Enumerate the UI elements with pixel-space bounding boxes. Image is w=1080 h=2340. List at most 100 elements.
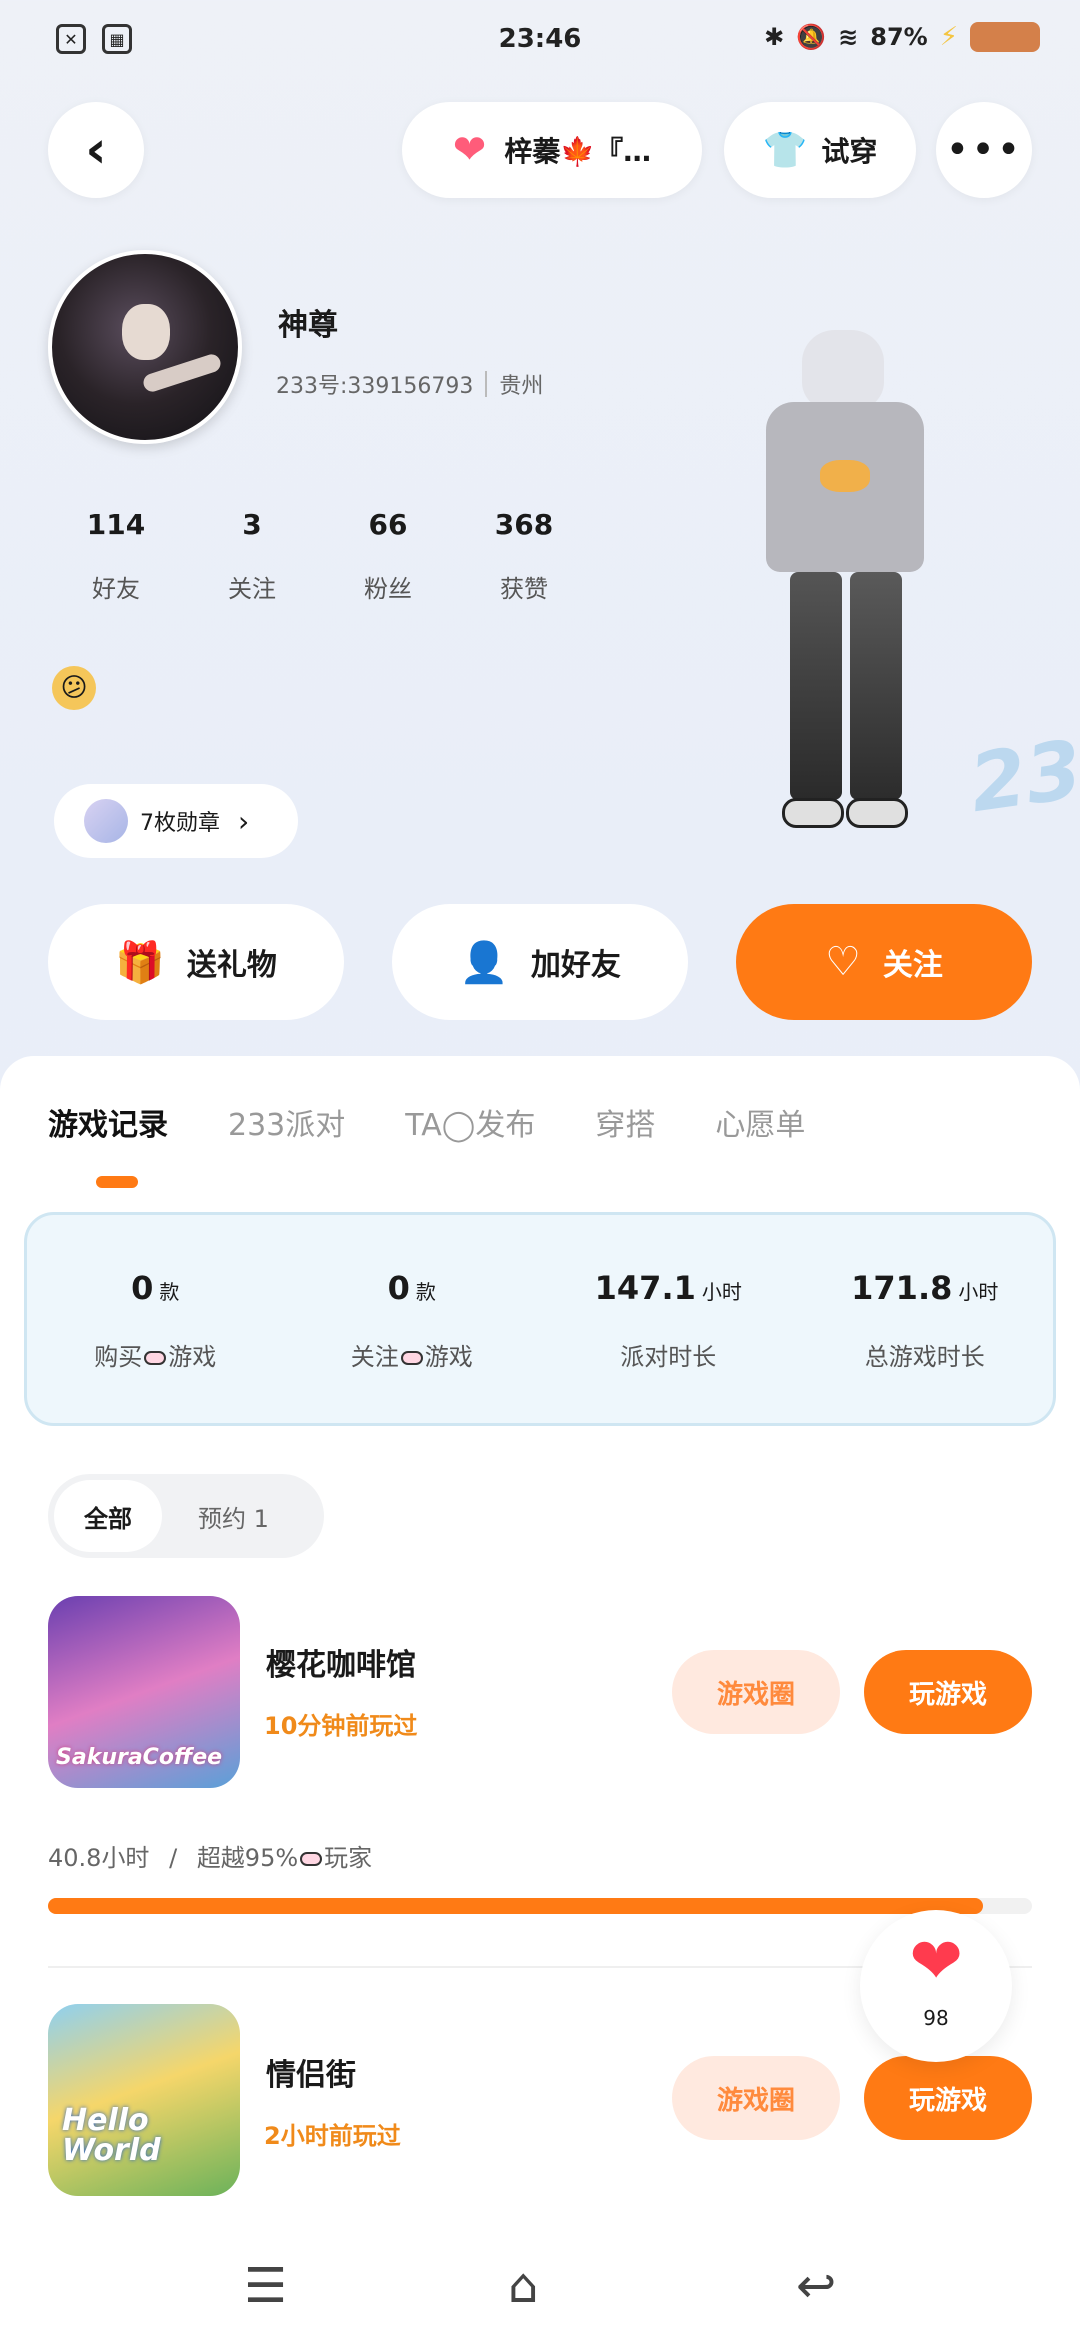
badges-label: 7枚勋章 bbox=[140, 811, 220, 836]
play-game-button[interactable]: 玩游戏 bbox=[864, 1650, 1032, 1734]
summary-unit: 款 bbox=[159, 1280, 180, 1304]
try-on-button[interactable]: 👕 试穿 bbox=[724, 102, 916, 198]
more-icon: ••• bbox=[945, 127, 1023, 173]
floating-like-button[interactable]: ❤ 98 bbox=[860, 1910, 1012, 2062]
home-icon[interactable]: ⌂ bbox=[508, 2258, 538, 2314]
send-gift-button[interactable]: 🎁 送礼物 bbox=[48, 904, 344, 1020]
tab-wishlist[interactable]: 心愿单 bbox=[715, 1100, 805, 1144]
tab-outfits[interactable]: 穿搭 bbox=[595, 1100, 655, 1144]
avatar[interactable] bbox=[48, 250, 242, 444]
battery-icon bbox=[970, 22, 1040, 52]
stat-value: 66 bbox=[368, 508, 408, 541]
character-logo bbox=[820, 460, 870, 492]
menu-icon[interactable]: ☰ bbox=[244, 2258, 287, 2314]
stat-value: 368 bbox=[494, 508, 554, 541]
heart-icon: ❤ bbox=[909, 1925, 963, 1999]
try-on-label: 试穿 bbox=[821, 135, 878, 168]
follow-button[interactable]: ♡ 关注 bbox=[736, 904, 1032, 1020]
battery-percent: 87% bbox=[870, 23, 928, 51]
play-game-button[interactable]: 玩游戏 bbox=[864, 2056, 1032, 2140]
summary-label: 游戏 bbox=[168, 1343, 217, 1371]
tab-bar: 游戏记录 233派对 TA◯发布 穿搭 心愿单 bbox=[48, 1100, 805, 1144]
filter-reserve[interactable]: 预约 1 bbox=[198, 1499, 269, 1534]
mood-emoji: 😕 bbox=[52, 666, 96, 710]
beyond-label: 玩家 bbox=[324, 1844, 373, 1872]
more-button[interactable]: ••• bbox=[936, 102, 1032, 198]
add-friend-label: 加好友 bbox=[530, 948, 621, 983]
play-progress-fill bbox=[48, 1898, 983, 1914]
character-hair bbox=[802, 330, 884, 410]
game-circle-button[interactable]: 游戏圈 bbox=[672, 2056, 840, 2140]
summary-unit: 小时 bbox=[701, 1280, 742, 1304]
stat-label: 获赞 bbox=[500, 575, 548, 603]
summary-party-time: 147.1 小时 派对时长 bbox=[540, 1215, 797, 1423]
summary-unit: 小时 bbox=[958, 1280, 999, 1304]
chevron-left-icon: ‹ bbox=[85, 120, 107, 180]
user-location: 贵州 bbox=[499, 374, 544, 399]
heart-plus-icon: ♡ bbox=[825, 939, 861, 985]
game-icon-couple-street[interactable]: Hello World bbox=[48, 2004, 240, 2196]
summary-card: 0款 购买 游戏 0款 关注 游戏 147.1 小时 派对时长 171.8 小时 总游戏… bbox=[24, 1212, 1056, 1426]
stat-following[interactable]: 3 关注 bbox=[184, 508, 320, 604]
beyond-percent: 超越95% bbox=[196, 1844, 299, 1872]
send-gift-label: 送礼物 bbox=[186, 948, 277, 983]
follow-label: 关注 bbox=[882, 948, 943, 983]
user-id[interactable]: 233号:339156793 bbox=[276, 368, 473, 400]
summary-label: 总游戏时长 bbox=[864, 1343, 985, 1371]
bean-icon bbox=[300, 1852, 323, 1866]
divider bbox=[485, 371, 488, 397]
back-nav-icon[interactable]: ↩ bbox=[796, 2258, 836, 2314]
bean-icon bbox=[400, 1351, 423, 1365]
user-id-line: 233号:339156793 贵州 bbox=[276, 368, 543, 400]
system-indicators: ✱ 🔕 ≋ 87% ⚡ bbox=[764, 22, 1040, 52]
game-name[interactable]: 樱花咖啡馆 bbox=[266, 1640, 416, 1684]
stat-fans[interactable]: 66 粉丝 bbox=[320, 508, 456, 604]
stat-friends[interactable]: 114 好友 bbox=[48, 508, 184, 604]
stats-row: 114 好友 3 关注 66 粉丝 368 获赞 bbox=[48, 508, 592, 604]
summary-followed: 0款 关注 游戏 bbox=[284, 1215, 541, 1423]
summary-purchased: 0款 购买 游戏 bbox=[27, 1215, 284, 1423]
game-played-time: 10分钟前玩过 bbox=[264, 1712, 418, 1740]
avatar-character[interactable] bbox=[710, 310, 1010, 870]
add-friend-button[interactable]: 👤 加好友 bbox=[392, 904, 688, 1020]
character-leg bbox=[850, 572, 902, 800]
summary-label: 游戏 bbox=[424, 1343, 473, 1371]
couple-button[interactable]: ❤ 梓蓁🍁『… bbox=[402, 102, 702, 198]
summary-total-time: 171.8 小时 总游戏时长 bbox=[797, 1215, 1054, 1423]
summary-value: 0 bbox=[387, 1269, 410, 1307]
avatar-face bbox=[122, 304, 170, 360]
tab-indicator bbox=[96, 1176, 138, 1188]
summary-label: 派对时长 bbox=[620, 1343, 717, 1371]
character-leg bbox=[790, 572, 842, 800]
filter-all[interactable]: 全部 bbox=[54, 1480, 162, 1552]
character-shoe bbox=[846, 798, 908, 828]
tab-233-party[interactable]: 233派对 bbox=[228, 1100, 345, 1144]
game-circle-button[interactable]: 游戏圈 bbox=[672, 1650, 840, 1734]
summary-value: 147.1 bbox=[594, 1269, 696, 1307]
back-button[interactable]: ‹ bbox=[48, 102, 144, 198]
stats-separator: / bbox=[169, 1844, 178, 1872]
like-count: 98 bbox=[923, 2006, 949, 2030]
game-played-time: 2小时前玩过 bbox=[264, 2122, 401, 2150]
mute-icon: 🔕 bbox=[796, 23, 827, 51]
stat-likes[interactable]: 368 获赞 bbox=[456, 508, 592, 604]
game-icon-logo: Hello World bbox=[62, 2103, 161, 2168]
wifi-icon: ≋ bbox=[838, 23, 859, 51]
tab-game-records[interactable]: 游戏记录 bbox=[48, 1100, 168, 1144]
badges-button[interactable]: 7枚勋章 › bbox=[54, 784, 298, 858]
add-user-icon: 👤 bbox=[459, 939, 509, 986]
stat-label: 关注 bbox=[228, 575, 276, 603]
tab-posts[interactable]: TA◯发布 bbox=[405, 1100, 535, 1144]
play-progress-bar bbox=[48, 1898, 1032, 1914]
filter-toggle: 全部 预约 1 bbox=[48, 1474, 324, 1558]
bean-icon bbox=[144, 1351, 167, 1365]
stat-label: 粉丝 bbox=[364, 575, 412, 603]
game-name[interactable]: 情侣街 bbox=[266, 2050, 356, 2094]
stat-value: 3 bbox=[242, 508, 262, 541]
gift-icon: 🎁 bbox=[115, 939, 165, 986]
charging-icon: ⚡ bbox=[939, 22, 958, 52]
game-icon-sakura-coffee[interactable]: SakuraCoffee bbox=[48, 1596, 240, 1788]
character-shoe bbox=[782, 798, 844, 828]
summary-unit: 款 bbox=[415, 1280, 436, 1304]
stat-value: 114 bbox=[86, 508, 146, 541]
